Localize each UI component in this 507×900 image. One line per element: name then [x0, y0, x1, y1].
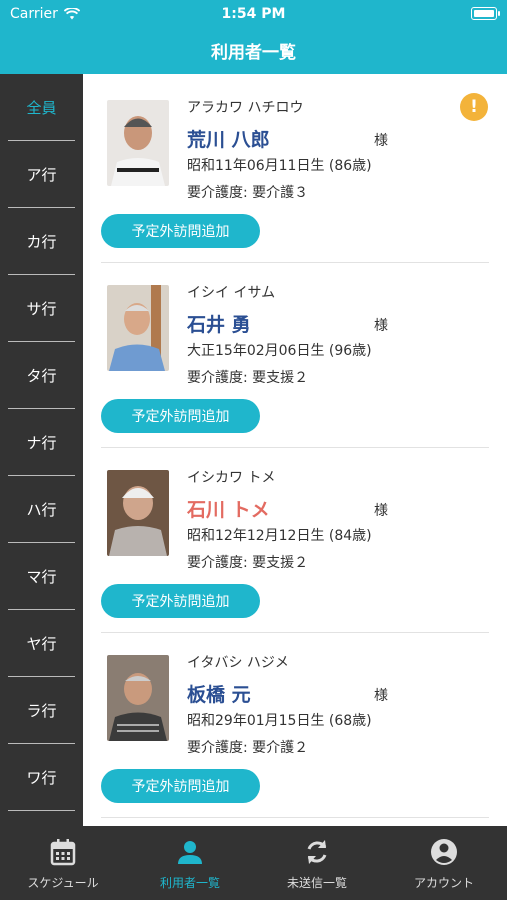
resident-card[interactable]: アラカワ ハチロウ 荒川 八郎 様 昭和11年06月11日生 (86歳) 要介護… — [101, 78, 489, 263]
person-icon — [178, 841, 202, 864]
care-level: 要介護度: 要支援２ — [187, 370, 309, 386]
tab-label: スケジュール — [27, 876, 99, 890]
sidebar-item-wa[interactable]: ワ行 — [8, 744, 75, 811]
sidebar-item-a[interactable]: ア行 — [8, 141, 75, 208]
resident-kana: イシカワ トメ — [187, 470, 276, 486]
app-root: Carrier 1:54 PM 利用者一覧 全員 ア行 カ行 サ行 タ行 ナ行 … — [0, 0, 507, 900]
resident-card[interactable]: イシイ イサム 石井 勇 様 大正15年02月06日生 (96歳) 要介護度: … — [101, 263, 489, 448]
add-unscheduled-visit-button[interactable]: 予定外訪問追加 — [101, 399, 260, 433]
resident-photo — [107, 285, 169, 371]
clock: 1:54 PM — [221, 6, 286, 22]
sidebar-item-all[interactable]: 全員 — [8, 74, 75, 141]
care-level: 要介護度: 要介護３ — [187, 185, 309, 201]
resident-kana: アラカワ ハチロウ — [187, 100, 304, 116]
resident-card[interactable]: イシカワ トメ 石川 トメ 様 昭和12年12月12日生 (84歳) 要介護度:… — [101, 448, 489, 633]
honorific: 様 — [374, 688, 388, 704]
sidebar-item-ka[interactable]: カ行 — [8, 208, 75, 275]
resident-name: 荒川 八郎 — [187, 129, 270, 151]
birth-date: 昭和11年06月11日生 (86歳) — [187, 158, 372, 174]
resident-name: 石井 勇 — [187, 314, 251, 336]
sidebar-item-ya[interactable]: ヤ行 — [8, 610, 75, 677]
resident-photo — [107, 655, 169, 741]
sync-icon — [307, 840, 327, 864]
honorific: 様 — [374, 318, 388, 334]
resident-name: 板橋 元 — [187, 684, 251, 706]
calendar-icon — [50, 839, 76, 866]
status-bar: Carrier 1:54 PM — [0, 0, 507, 28]
care-level: 要介護度: 要介護２ — [187, 740, 309, 756]
resident-photo — [107, 470, 169, 556]
sidebar-item-sa[interactable]: サ行 — [8, 275, 75, 342]
account-circle-icon — [431, 839, 457, 865]
add-unscheduled-visit-button[interactable]: 予定外訪問追加 — [101, 584, 260, 618]
birth-date: 大正15年02月06日生 (96歳) — [187, 343, 372, 359]
resident-name: 石川 トメ — [187, 499, 270, 521]
sidebar-item-na[interactable]: ナ行 — [8, 409, 75, 476]
resident-photo — [107, 100, 169, 186]
navigation-header: Carrier 1:54 PM 利用者一覧 — [0, 0, 507, 74]
page-title: 利用者一覧 — [211, 43, 296, 63]
tab-schedule[interactable]: スケジュール — [0, 826, 126, 900]
birth-date: 昭和12年12月12日生 (84歳) — [187, 528, 372, 544]
resident-card[interactable]: イタバシ ハジメ 板橋 元 様 昭和29年01月15日生 (68歳) 要介護度:… — [101, 633, 489, 818]
sidebar-item-ra[interactable]: ラ行 — [8, 677, 75, 744]
care-level: 要介護度: 要支援２ — [187, 555, 309, 571]
add-unscheduled-visit-button[interactable]: 予定外訪問追加 — [101, 769, 260, 803]
honorific: 様 — [374, 503, 388, 519]
tab-resident-list[interactable]: 利用者一覧 — [127, 826, 253, 900]
tab-label: 未送信一覧 — [286, 876, 347, 890]
honorific: 様 — [374, 133, 388, 149]
sidebar-item-ta[interactable]: タ行 — [8, 342, 75, 409]
resident-kana: イタバシ ハジメ — [187, 655, 289, 671]
resident-list: アラカワ ハチロウ 荒川 八郎 様 昭和11年06月11日生 (86歳) 要介護… — [83, 74, 507, 826]
alert-icon[interactable]: ! — [460, 93, 488, 121]
add-unscheduled-visit-button[interactable]: 予定外訪問追加 — [101, 214, 260, 248]
resident-kana: イシイ イサム — [187, 285, 276, 301]
sidebar-item-ha[interactable]: ハ行 — [8, 476, 75, 543]
birth-date: 昭和29年01月15日生 (68歳) — [187, 713, 372, 729]
bottom-tab-bar: スケジュール 利用者一覧 未送信一覧 アカウント — [0, 826, 507, 900]
tab-label: 利用者一覧 — [159, 876, 220, 890]
tab-unsent-list[interactable]: 未送信一覧 — [254, 826, 380, 900]
tab-account[interactable]: アカウント — [381, 826, 507, 900]
battery-icon — [471, 7, 500, 20]
tab-label: アカウント — [413, 876, 474, 890]
sidebar-item-ma[interactable]: マ行 — [8, 543, 75, 610]
kana-index-sidebar: 全員 ア行 カ行 サ行 タ行 ナ行 ハ行 マ行 ヤ行 ラ行 ワ行 — [0, 74, 83, 826]
